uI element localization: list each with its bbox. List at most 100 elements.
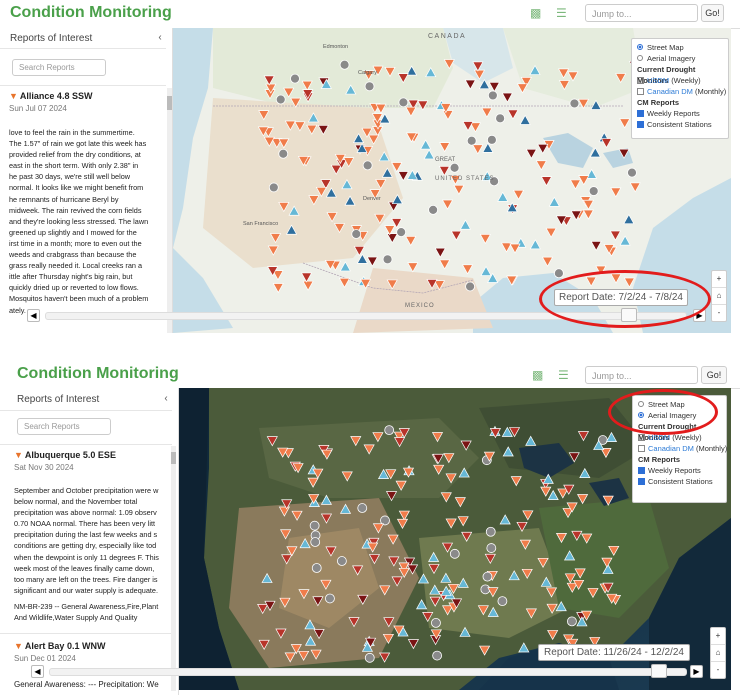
report-marker-icon: ▼	[14, 641, 23, 651]
report-date: Sat Nov 30 2024	[14, 463, 74, 472]
weekly-reports-checkbox[interactable]: Weekly Reports	[638, 465, 721, 476]
street-map-radio[interactable]: Street Map	[637, 42, 723, 53]
sidebar: Reports of Interest ‹ Search Reports ▼ Al…	[0, 28, 173, 333]
collapse-sidebar-icon[interactable]: ‹	[154, 32, 166, 44]
report-marker[interactable]	[362, 160, 373, 171]
report-line: when the dewpoint is only 11 degrees F. …	[14, 552, 159, 562]
usdm-checkbox[interactable]: USDM (Weekly)	[637, 75, 723, 86]
report-line: The 1.57" of rain we got late this week …	[9, 139, 147, 149]
report-line: he remnants of hurricane Beryl by	[9, 194, 119, 204]
report-marker[interactable]	[569, 98, 580, 109]
report-marker[interactable]	[310, 537, 321, 547]
list-icon[interactable]: ☰	[558, 369, 572, 382]
report-marker[interactable]	[449, 548, 460, 559]
report-marker[interactable]	[382, 254, 393, 265]
list-icon[interactable]: ☰	[556, 7, 570, 20]
report-marker[interactable]	[351, 229, 362, 239]
label-united-states: UNITED STATES	[435, 176, 494, 182]
zoom-out-button[interactable]: -	[711, 662, 725, 678]
report-title-2[interactable]: ▼ Alert Bay 0.1 WNW	[14, 641, 105, 651]
search-reports-input[interactable]: Search Reports	[17, 418, 111, 435]
consistent-stations-checkbox[interactable]: Consistent Stations	[637, 119, 723, 130]
report-marker-icon: ▼	[14, 450, 23, 460]
slider-prev-arrow[interactable]: ◀	[31, 665, 44, 678]
report-marker[interactable]	[495, 113, 506, 124]
label-denver: Denver	[363, 196, 381, 202]
report-marker[interactable]	[485, 526, 496, 537]
home-button[interactable]: ⌂	[712, 288, 726, 305]
report-line: too many are left on the trees. Fire dan…	[14, 574, 158, 584]
app-title: Condition Monitoring	[10, 4, 172, 21]
report-marker[interactable]	[275, 94, 286, 105]
jump-to-input[interactable]: Jump to...	[585, 4, 698, 22]
report-marker[interactable]	[554, 268, 564, 279]
report-marker[interactable]	[364, 81, 375, 92]
date-slider-track[interactable]	[49, 668, 687, 676]
report-marker[interactable]	[325, 593, 335, 604]
date-slider-thumb[interactable]	[651, 664, 667, 678]
report-marker[interactable]	[309, 520, 320, 531]
report-marker[interactable]	[384, 425, 395, 436]
report-marker[interactable]	[336, 556, 347, 566]
report-marker[interactable]	[339, 59, 350, 70]
go-button[interactable]: Go!	[701, 4, 724, 22]
report-line: 0.70 NOAA normal. There has been very li…	[14, 519, 156, 529]
report-marker[interactable]	[627, 167, 637, 178]
report-title[interactable]: ▼ Albuquerque 5.0 ESE	[14, 450, 116, 460]
report-marker[interactable]	[428, 204, 439, 215]
home-button[interactable]: ⌂	[711, 645, 725, 662]
report-title[interactable]: ▼ Alliance 4.8 SSW	[9, 91, 92, 101]
report-marker[interactable]	[588, 186, 599, 196]
highlight-ring-aerial-imagery	[608, 389, 718, 435]
weekly-reports-checkbox[interactable]: Weekly Reports	[637, 108, 723, 119]
report-line: significant and our water supply is adeq…	[14, 585, 158, 595]
report-marker[interactable]	[497, 596, 508, 607]
report-marker[interactable]	[268, 182, 279, 193]
report-line: provided relief from the dry conditions,…	[9, 150, 141, 160]
canadian-dm-checkbox[interactable]: Canadian DM (Monthly)	[638, 443, 727, 454]
cm-reports-heading: CM Reports	[637, 98, 680, 107]
report-marker[interactable]	[466, 135, 477, 146]
report-line: quickly dried up or reverted to low flow…	[9, 283, 139, 293]
search-reports-input[interactable]: Search Reports	[12, 59, 106, 76]
report-marker[interactable]	[364, 652, 375, 663]
report-marker[interactable]	[465, 281, 475, 292]
zoom-in-button[interactable]: +	[712, 271, 726, 288]
canadian-dm-checkbox[interactable]: Canadian DM (Monthly)	[637, 86, 726, 97]
chart-icon[interactable]: ▩	[530, 7, 544, 20]
report-snippet-2: General Awareness: --- Precipitation: We	[14, 680, 159, 689]
sidebar: Reports of Interest ‹ Search Reports ▼ Al…	[0, 388, 179, 695]
slider-next-arrow[interactable]: ▶	[690, 665, 703, 678]
report-line: east in the short term. With only 2.38" …	[9, 161, 139, 171]
go-button[interactable]: Go!	[701, 366, 727, 384]
report-marker[interactable]	[487, 90, 498, 101]
report-marker[interactable]	[482, 571, 493, 582]
report-marker[interactable]	[311, 563, 322, 573]
consistent-stations-checkbox[interactable]: Consistent Stations	[638, 476, 721, 487]
report-marker[interactable]	[278, 148, 289, 159]
slider-prev-arrow[interactable]: ◀	[27, 309, 40, 322]
label-edmonton: Edmonton	[323, 44, 348, 50]
report-line: below normal, and the November total	[14, 497, 138, 507]
report-date-2: Sun Dec 01 2024	[14, 654, 76, 663]
report-marker[interactable]	[431, 617, 441, 628]
report-marker[interactable]	[398, 97, 409, 108]
aerial-imagery-radio[interactable]: Aerial Imagery	[637, 53, 723, 64]
report-marker[interactable]	[486, 134, 497, 145]
report-line: And Wildlife,Water Supply And Quality	[14, 613, 138, 623]
collapse-sidebar-icon[interactable]: ‹	[160, 393, 172, 405]
zoom-out-button[interactable]: -	[712, 305, 726, 321]
report-marker[interactable]	[290, 73, 300, 84]
chart-icon[interactable]: ▩	[532, 369, 546, 382]
jump-to-input[interactable]: Jump to...	[585, 366, 698, 384]
report-marker[interactable]	[486, 543, 497, 553]
zoom-in-button[interactable]: +	[711, 628, 725, 645]
report-marker[interactable]	[357, 503, 368, 513]
report-line: precipitation during the last few weeks …	[14, 530, 158, 540]
report-marker[interactable]	[449, 162, 460, 173]
sidebar-scrollbar[interactable]	[171, 446, 176, 691]
report-marker[interactable]	[432, 650, 443, 661]
report-marker[interactable]	[567, 616, 577, 627]
sidebar-scrollbar[interactable]	[167, 88, 172, 333]
report-marker[interactable]	[396, 227, 407, 238]
